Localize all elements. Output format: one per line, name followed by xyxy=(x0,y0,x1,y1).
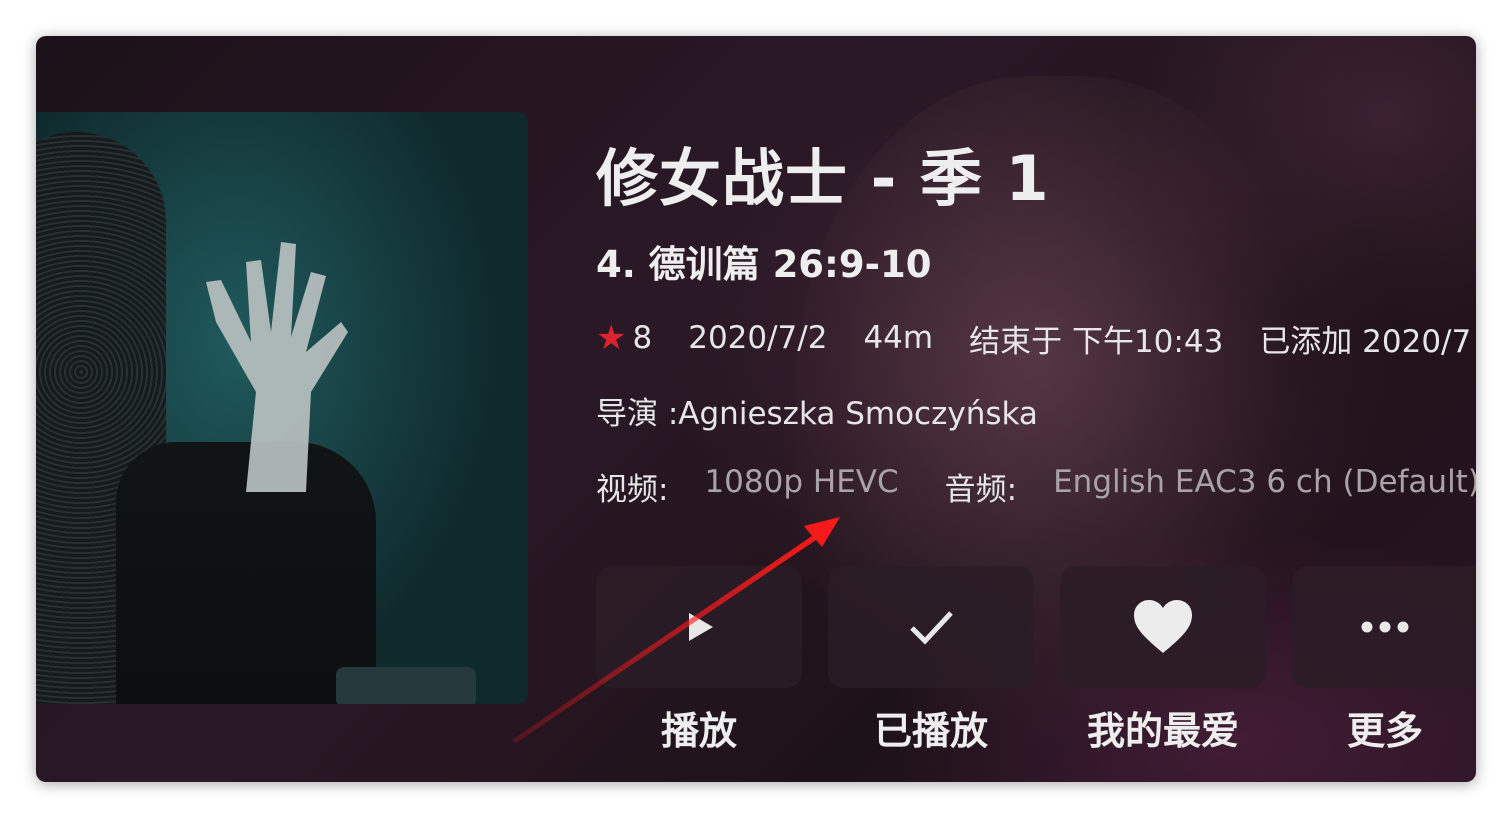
play-label: 播放 xyxy=(660,709,737,753)
play-icon xyxy=(689,613,713,641)
audio-label: 音频: xyxy=(944,472,1018,508)
mark-played-button-box[interactable] xyxy=(828,566,1034,688)
series-title: 修女战士 - 季 1 xyxy=(596,142,1050,215)
media-streams: 视频: 1080p HEVC 音频: English EAC3 6 ch (De… xyxy=(596,464,1476,509)
play-button-box[interactable] xyxy=(596,566,802,688)
premiere-date: 2020/7/2 xyxy=(688,320,828,356)
video-label: 视频: xyxy=(596,472,669,508)
heart-icon xyxy=(1134,600,1192,653)
details-panel: 修女战士 - 季 1 4. 德训篇 26:9-10 ★ 8 2020/7/2 4… xyxy=(596,36,1476,782)
more-label: 更多 xyxy=(1346,709,1423,753)
rating-value: 8 xyxy=(632,320,653,356)
community-rating: ★ 8 xyxy=(596,320,652,356)
date-added: 已添加 2020/7 xyxy=(1259,323,1472,360)
metadata-row: ★ 8 2020/7/2 44m 结束于 下午10:43 已添加 2020/7 xyxy=(596,318,1476,360)
more-button[interactable]: 更多 xyxy=(1292,566,1476,755)
favorite-label: 我的最爱 xyxy=(1086,709,1239,753)
more-dots-icon xyxy=(1361,621,1409,633)
play-button[interactable]: 播放 xyxy=(596,566,802,755)
director: 导演 :Agnieszka Smoczyńska xyxy=(596,396,1038,432)
favorite-button-box[interactable] xyxy=(1060,566,1266,688)
episode-thumbnail xyxy=(36,112,528,704)
favorite-button[interactable]: 我的最爱 xyxy=(1060,566,1266,755)
mark-played-label: 已播放 xyxy=(873,709,988,753)
checkmark-icon xyxy=(910,611,953,645)
runtime: 44m xyxy=(863,320,934,356)
more-button-box[interactable] xyxy=(1292,566,1476,688)
action-buttons: 播放 已播放 我的最爱 更多 xyxy=(596,566,1476,755)
poster-hand xyxy=(206,242,348,492)
audio-stream[interactable]: English EAC3 6 ch (Default) xyxy=(1053,464,1476,509)
media-details-window: 修女战士 - 季 1 4. 德训篇 26:9-10 ★ 8 2020/7/2 4… xyxy=(36,36,1476,782)
poster-bench xyxy=(336,667,476,704)
mark-played-button[interactable]: 已播放 xyxy=(828,566,1034,755)
star-icon: ★ xyxy=(596,318,627,358)
video-stream[interactable]: 1080p HEVC xyxy=(704,464,898,509)
ends-at: 结束于 下午10:43 xyxy=(969,323,1224,360)
episode-title: 4. 德训篇 26:9-10 xyxy=(596,243,932,286)
